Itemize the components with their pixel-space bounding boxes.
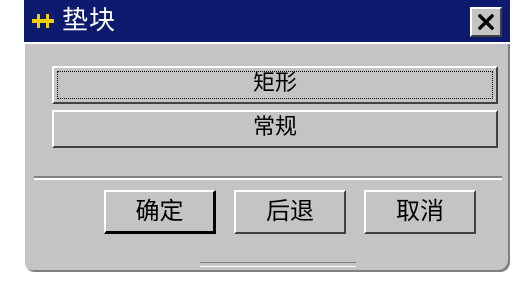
cancel-button[interactable]: 取消 <box>364 190 476 234</box>
close-icon <box>478 14 494 30</box>
cancel-button-label: 取消 <box>396 197 444 225</box>
back-button-label: 后退 <box>266 197 314 225</box>
separator <box>34 176 502 180</box>
ok-button-label: 确定 <box>135 197 184 225</box>
title-bar[interactable]: 垫块 <box>24 0 510 44</box>
resize-grip[interactable] <box>200 262 356 267</box>
pad-block-dialog: 垫块 矩形 常规 确定 后退 取消 <box>24 0 510 272</box>
general-button-label: 常规 <box>252 115 297 140</box>
general-button[interactable]: 常规 <box>52 110 498 148</box>
focus-outline <box>57 71 493 99</box>
back-button[interactable]: 后退 <box>234 190 346 234</box>
pad-block-icon <box>32 10 54 32</box>
close-button[interactable] <box>470 7 502 37</box>
rectangle-button[interactable]: 矩形 <box>52 66 498 104</box>
window-title: 垫块 <box>62 6 117 36</box>
ok-button[interactable]: 确定 <box>104 190 216 234</box>
